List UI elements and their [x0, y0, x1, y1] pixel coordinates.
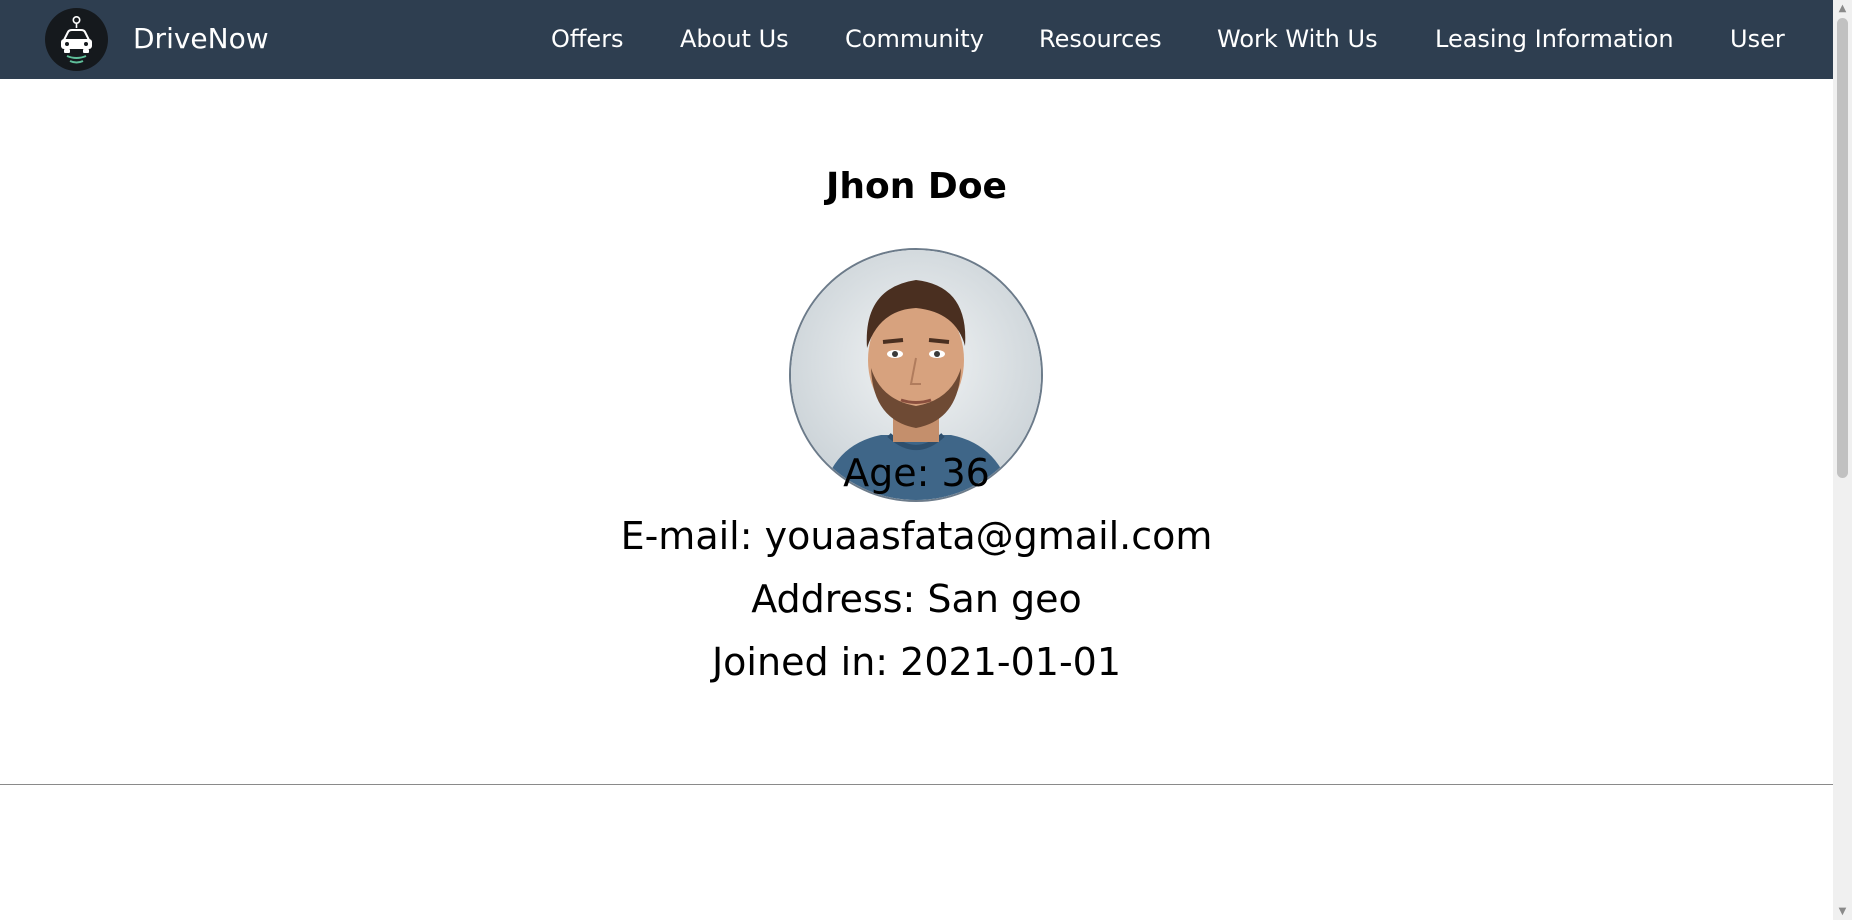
nav-link-leasing-information[interactable]: Leasing Information — [1435, 22, 1674, 56]
nav-link-work-with-us[interactable]: Work With Us — [1217, 22, 1378, 56]
nav-link-offers[interactable]: Offers — [551, 22, 624, 56]
nav-link-community[interactable]: Community — [845, 22, 984, 56]
email-line: E-mail: youaasfata@gmail.com — [620, 514, 1213, 558]
age-line: Age: 36 — [843, 451, 990, 495]
car-logo-icon[interactable] — [45, 8, 108, 71]
address-line: Address: San geo — [751, 577, 1082, 621]
nav-link-resources[interactable]: Resources — [1039, 22, 1162, 56]
scroll-down-arrow-icon[interactable]: ▼ — [1833, 903, 1852, 920]
brand-name[interactable]: DriveNow — [133, 20, 269, 58]
navbar: DriveNow Offers About Us Community Resou… — [0, 0, 1833, 79]
joined-line: Joined in: 2021-01-01 — [711, 640, 1122, 684]
profile-name: Jhon Doe — [826, 166, 1007, 207]
scroll-up-arrow-icon[interactable]: ▲ — [1833, 0, 1852, 17]
vertical-scrollbar[interactable]: ▲ ▼ — [1833, 0, 1852, 920]
page: DriveNow Offers About Us Community Resou… — [0, 0, 1852, 920]
nav-link-user[interactable]: User — [1730, 22, 1785, 56]
section-divider — [0, 784, 1833, 785]
scrollbar-thumb[interactable] — [1837, 18, 1848, 478]
nav-link-about-us[interactable]: About Us — [680, 22, 789, 56]
profile-section: Jhon Doe Age: 36 E-mail: youaasfata@gmai… — [0, 79, 1833, 920]
